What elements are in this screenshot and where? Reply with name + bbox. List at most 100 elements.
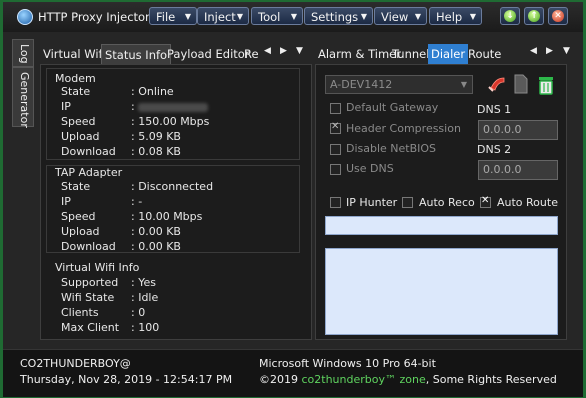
close-button[interactable]: ✕ bbox=[548, 7, 568, 25]
tab-rep[interactable]: Rep bbox=[241, 44, 259, 64]
tap-upload-value: : 0.00 KB bbox=[131, 225, 181, 238]
modem-upload-value: : 5.09 KB bbox=[131, 130, 181, 143]
chevron-down-icon: ▼ bbox=[360, 12, 367, 21]
use-dns-checkbox[interactable] bbox=[330, 164, 341, 175]
chevron-down-icon: ▼ bbox=[460, 80, 467, 89]
status-footer: CO2THUNDERBOY@ Thursday, Nov 28, 2019 - … bbox=[3, 349, 583, 397]
tap-upload-label: Upload bbox=[61, 225, 100, 238]
modem-ip-colon: : bbox=[131, 100, 135, 113]
disable-netbios-label: Disable NetBIOS bbox=[346, 142, 437, 155]
copyright-suffix: , Some Rights Reserved bbox=[425, 373, 557, 386]
modem-title: Modem bbox=[55, 72, 96, 85]
ip-hunter-checkbox[interactable] bbox=[330, 197, 341, 208]
default-gateway-checkbox[interactable] bbox=[330, 103, 341, 114]
device-select[interactable]: A-DEV1412 ▼ bbox=[325, 75, 473, 94]
right-tab-bar: Alarm & Timer Tunnel Dialer Route ◀ ▶ ▼ bbox=[315, 44, 581, 64]
tab-tunnel[interactable]: Tunnel bbox=[389, 44, 432, 64]
footer-os: Microsoft Windows 10 Pro 64-bit bbox=[259, 357, 436, 370]
auto-reco-checkbox[interactable] bbox=[402, 197, 413, 208]
tap-speed-label: Speed bbox=[61, 210, 96, 223]
menu-help[interactable]: Help ▼ bbox=[429, 7, 482, 25]
header-compression-checkbox[interactable] bbox=[330, 121, 341, 134]
status-info-panel: Modem TAP Adapter Virtual Wifi Info Stat… bbox=[40, 64, 312, 340]
modem-download-label: Download bbox=[61, 145, 116, 158]
menu-view[interactable]: View ▼ bbox=[374, 7, 427, 25]
app-logo-icon bbox=[17, 9, 33, 25]
dns1-input[interactable]: 0.0.0.0 bbox=[478, 120, 558, 140]
tab-scroll-left-icon[interactable]: ◀ bbox=[264, 46, 271, 56]
dialer-input-field[interactable] bbox=[325, 216, 558, 235]
tab-list-icon[interactable]: ▼ bbox=[296, 46, 303, 56]
wifi-supported-value: : Yes bbox=[131, 276, 156, 289]
menu-view-label: View bbox=[381, 10, 409, 24]
dns2-label: DNS 2 bbox=[477, 143, 512, 156]
menu-help-label: Help bbox=[436, 10, 463, 24]
maximize-button[interactable]: ↑ bbox=[524, 7, 544, 25]
tab-list-icon[interactable]: ▼ bbox=[563, 46, 570, 56]
modem-speed-label: Speed bbox=[61, 115, 96, 128]
wifi-state-label: Wifi State bbox=[61, 291, 115, 304]
chevron-down-icon: ▼ bbox=[469, 12, 476, 21]
menu-inject[interactable]: Inject ▼ bbox=[197, 7, 249, 25]
menu-inject-label: Inject bbox=[204, 10, 236, 24]
wifi-clients-label: Clients bbox=[61, 306, 99, 319]
modem-speed-value: : 150.00 Mbps bbox=[131, 115, 210, 128]
default-gateway-label: Default Gateway bbox=[346, 101, 439, 114]
tap-state-value: : Disconnected bbox=[131, 180, 214, 193]
menu-tool[interactable]: Tool ▼ bbox=[251, 7, 303, 25]
tab-payload-editor[interactable]: Payload Editor bbox=[164, 44, 253, 64]
virtual-wifi-info-title: Virtual Wifi Info bbox=[55, 261, 140, 274]
menu-file-label: File bbox=[156, 10, 176, 24]
document-icon[interactable] bbox=[513, 74, 529, 94]
app-title: HTTP Proxy Injector bbox=[38, 10, 150, 24]
modem-upload-label: Upload bbox=[61, 130, 100, 143]
down-arrow-icon: ↓ bbox=[504, 10, 516, 22]
wifi-clients-value: : 0 bbox=[131, 306, 146, 319]
auto-route-checkbox[interactable] bbox=[480, 195, 491, 208]
tab-scroll-left-icon[interactable]: ◀ bbox=[530, 46, 537, 56]
dns1-label: DNS 1 bbox=[477, 103, 512, 116]
dial-phone-icon[interactable] bbox=[487, 74, 507, 94]
dialer-log-area[interactable] bbox=[325, 248, 558, 335]
footer-user: CO2THUNDERBOY@ bbox=[20, 357, 131, 370]
minimize-button[interactable]: ↓ bbox=[500, 7, 520, 25]
side-tab-log[interactable]: Log bbox=[12, 39, 34, 67]
modem-ip-label: IP bbox=[61, 100, 71, 113]
close-icon: ✕ bbox=[552, 10, 564, 22]
tap-speed-value: : 10.00 Mbps bbox=[131, 210, 203, 223]
tab-status-info[interactable]: Status Info bbox=[101, 44, 172, 64]
tap-state-label: State bbox=[61, 180, 91, 193]
modem-state-value: : Online bbox=[131, 85, 174, 98]
ip-hunter-label: IP Hunter bbox=[346, 196, 398, 209]
app-window: HTTP Proxy Injector File ▼ Inject ▼ Tool ▼ … bbox=[0, 0, 586, 398]
use-dns-label: Use DNS bbox=[346, 162, 394, 175]
tap-download-label: Download bbox=[61, 240, 116, 253]
trash-icon[interactable] bbox=[537, 73, 555, 95]
auto-route-label: Auto Route bbox=[497, 196, 558, 209]
side-tab-generator[interactable]: Generator bbox=[12, 67, 34, 128]
tap-ip-label: IP bbox=[61, 195, 71, 208]
brand-link[interactable]: co2thunderboy™ zone bbox=[302, 373, 426, 386]
copyright-prefix: ©2019 bbox=[259, 373, 302, 386]
dns2-input[interactable]: 0.0.0.0 bbox=[478, 160, 558, 180]
side-tabs: Log Generator bbox=[12, 39, 34, 339]
up-arrow-icon: ↑ bbox=[528, 10, 540, 22]
tab-scroll-right-icon[interactable]: ▶ bbox=[280, 46, 287, 56]
tab-scroll-right-icon[interactable]: ▶ bbox=[546, 46, 553, 56]
side-tab-generator-label: Generator bbox=[18, 72, 31, 128]
tab-dialer[interactable]: Dialer bbox=[428, 44, 469, 64]
tab-virtual-wifi[interactable]: Virtual Wifi bbox=[40, 44, 109, 64]
side-tab-log-label: Log bbox=[18, 44, 31, 64]
wifi-state-value: : Idle bbox=[131, 291, 159, 304]
chevron-down-icon: ▼ bbox=[414, 12, 421, 21]
tab-route[interactable]: Route bbox=[465, 44, 504, 64]
menu-file[interactable]: File ▼ bbox=[149, 7, 197, 25]
disable-netbios-checkbox[interactable] bbox=[330, 144, 341, 155]
tap-download-value: : 0.00 KB bbox=[131, 240, 181, 253]
tap-ip-value: : - bbox=[131, 195, 143, 208]
menu-settings[interactable]: Settings ▼ bbox=[304, 7, 373, 25]
chevron-down-icon: ▼ bbox=[236, 12, 243, 21]
dialer-panel: A-DEV1412 ▼ Default Gateway Header Compre… bbox=[315, 64, 567, 340]
chevron-down-icon: ▼ bbox=[184, 12, 191, 21]
device-select-value: A-DEV1412 bbox=[330, 78, 393, 91]
